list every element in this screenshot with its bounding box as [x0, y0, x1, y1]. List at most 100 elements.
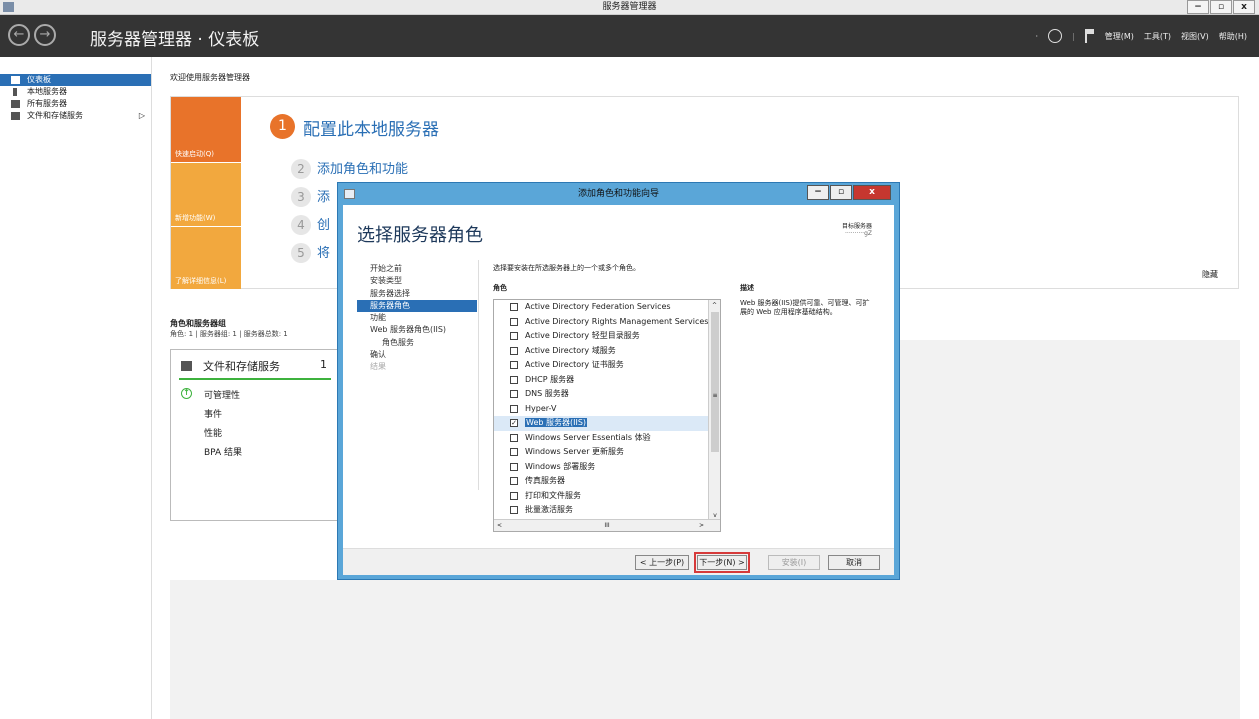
role-item[interactable]: Active Directory Rights Management Servi…	[494, 315, 720, 330]
dialog-minimize-button[interactable]: −	[807, 185, 829, 200]
wizard-step[interactable]: 确认	[357, 349, 477, 361]
roles-list[interactable]: Active Directory Federation Services Acti…	[493, 299, 721, 532]
wizard-step[interactable]: 安装类型	[357, 275, 477, 287]
wizard-step-active[interactable]: 服务器角色	[357, 299, 477, 313]
tile-learn-more[interactable]: 了解详细信息(L)	[171, 226, 241, 289]
role-checkbox[interactable]	[510, 448, 518, 456]
dialog-maximize-button[interactable]: ▫	[830, 185, 852, 200]
tile-quickstart[interactable]: 快速启动(Q)	[171, 97, 241, 162]
role-item[interactable]: Active Directory 证书服务	[494, 358, 720, 373]
maximize-button[interactable]: ▫	[1210, 0, 1232, 14]
role-item[interactable]: Windows Server 更新服务	[494, 445, 720, 460]
role-checkbox[interactable]	[510, 477, 518, 485]
card-row-bpa[interactable]: BPA 结果	[204, 445, 242, 458]
sidebar-item-local-server[interactable]: 本地服务器	[0, 86, 151, 98]
role-item[interactable]: DHCP 服务器	[494, 373, 720, 388]
step-configure-local-server[interactable]: 配置此本地服务器	[303, 115, 439, 140]
role-checkbox[interactable]	[510, 433, 518, 442]
role-item[interactable]: 批量激活服务	[494, 503, 720, 518]
role-label: 打印和文件服务	[525, 490, 581, 500]
role-item[interactable]: Active Directory 轻型目录服务	[494, 329, 720, 344]
role-checkbox[interactable]	[510, 390, 518, 398]
notifications-flag-icon[interactable]	[1084, 29, 1095, 43]
background-panel	[170, 580, 900, 719]
role-item[interactable]: Active Directory 域服务	[494, 344, 720, 359]
role-checkbox[interactable]	[510, 491, 518, 500]
role-checkbox[interactable]: ✓	[510, 419, 518, 427]
sidebar-item-file-storage[interactable]: 文件和存储服务 ▷	[0, 110, 151, 122]
wizard-step[interactable]: 开始之前	[357, 263, 477, 275]
card-row-performance[interactable]: 性能	[204, 426, 222, 439]
step-3[interactable]: 3添	[291, 186, 330, 207]
window-titlebar: 服务器管理器 − ▫ x	[0, 0, 1259, 15]
role-checkbox[interactable]	[510, 404, 518, 413]
role-card[interactable]: 文件和存储服务 1 ↑ 可管理性 事件 性能 BPA 结果	[170, 349, 338, 521]
hide-link[interactable]: 隐藏	[1202, 269, 1218, 280]
wizard-step[interactable]: Web 服务器角色(IIS)	[357, 324, 477, 336]
next-button[interactable]: 下一步(N) >	[694, 552, 750, 573]
menu-tools[interactable]: 工具(T)	[1144, 31, 1171, 42]
forward-arrow-icon[interactable]: →	[34, 24, 56, 46]
wizard-step[interactable]: 角色服务	[357, 337, 477, 349]
step-5[interactable]: 5将	[291, 242, 330, 263]
role-checkbox[interactable]	[510, 346, 518, 355]
scroll-right-icon[interactable]: >	[699, 520, 704, 531]
role-checkbox[interactable]	[510, 375, 518, 384]
menu-view[interactable]: 视图(V)	[1181, 31, 1209, 42]
role-item[interactable]: DNS 服务器	[494, 387, 720, 402]
tile-whats-new[interactable]: 新增功能(W)	[171, 162, 241, 226]
refresh-icon[interactable]	[1048, 29, 1063, 43]
back-arrow-icon[interactable]: ←	[8, 24, 30, 46]
role-item[interactable]: Active Directory Federation Services	[494, 300, 720, 315]
role-checkbox[interactable]	[510, 317, 518, 326]
card-row-events[interactable]: 事件	[204, 407, 222, 420]
sidebar-item-dashboard[interactable]: 仪表板	[0, 74, 151, 86]
role-item[interactable]: 打印和文件服务	[494, 489, 720, 504]
role-checkbox[interactable]	[510, 506, 518, 514]
refresh-dropdown[interactable]: ·	[1035, 32, 1038, 41]
menu-manage[interactable]: 管理(M)	[1105, 31, 1134, 42]
servers-icon	[11, 100, 20, 108]
role-item[interactable]: Windows 部署服务	[494, 460, 720, 475]
role-label: 传真服务器	[525, 476, 565, 485]
wizard-step[interactable]: 功能	[357, 312, 477, 324]
minimize-button[interactable]: −	[1187, 0, 1209, 14]
cancel-button[interactable]: 取消	[828, 555, 880, 570]
role-checkbox[interactable]	[510, 361, 518, 369]
step-4[interactable]: 4创	[291, 214, 330, 235]
description-text: Web 服务器(IIS)提供可靠、可管理、可扩展的 Web 应用程序基础结构。	[740, 299, 870, 316]
role-item[interactable]: Hyper-V	[494, 402, 720, 417]
role-item[interactable]: 传真服务器	[494, 474, 720, 489]
role-checkbox[interactable]	[510, 462, 518, 471]
scroll-left-icon[interactable]: <	[497, 520, 502, 531]
scroll-grip-icon: ≡	[712, 392, 718, 399]
close-button[interactable]: x	[1233, 0, 1255, 14]
role-label: Hyper-V	[525, 403, 557, 413]
scroll-down-icon[interactable]: v	[709, 512, 720, 519]
scroll-thumb[interactable]	[711, 312, 719, 452]
wizard-step[interactable]: 服务器选择	[357, 288, 477, 300]
sidebar-item-label: 所有服务器	[27, 99, 67, 108]
dialog-heading: 选择服务器角色	[357, 225, 483, 246]
horizontal-scrollbar[interactable]: < III >	[494, 519, 720, 531]
sidebar: 仪表板 本地服务器 所有服务器 文件和存储服务 ▷	[0, 57, 152, 719]
role-checkbox[interactable]	[510, 303, 518, 311]
previous-button[interactable]: < 上一步(P)	[635, 555, 689, 570]
role-label: Active Directory 域服务	[525, 345, 616, 355]
dialog-app-icon	[344, 189, 355, 199]
card-row-manageability[interactable]: 可管理性	[204, 388, 240, 401]
role-label: Web 服务器(IIS)	[525, 418, 588, 427]
role-checkbox[interactable]	[510, 332, 518, 340]
menu-help[interactable]: 帮助(H)	[1219, 31, 1247, 42]
vertical-scrollbar[interactable]: ^ ≡ v	[708, 300, 720, 519]
scroll-up-icon[interactable]: ^	[709, 300, 720, 312]
app-icon	[3, 2, 14, 12]
role-item[interactable]: Windows Server Essentials 体验	[494, 431, 720, 446]
expand-arrow-icon[interactable]: ▷	[139, 110, 145, 122]
sidebar-item-all-servers[interactable]: 所有服务器	[0, 98, 151, 110]
step-add-roles[interactable]: 2 添加角色和功能	[291, 158, 408, 179]
role-card-count: 1	[320, 358, 327, 371]
role-item[interactable]: ✓ Web 服务器(IIS)	[494, 416, 720, 431]
dialog-close-button[interactable]: x	[853, 185, 891, 200]
role-label: Windows Server 更新服务	[525, 447, 625, 456]
